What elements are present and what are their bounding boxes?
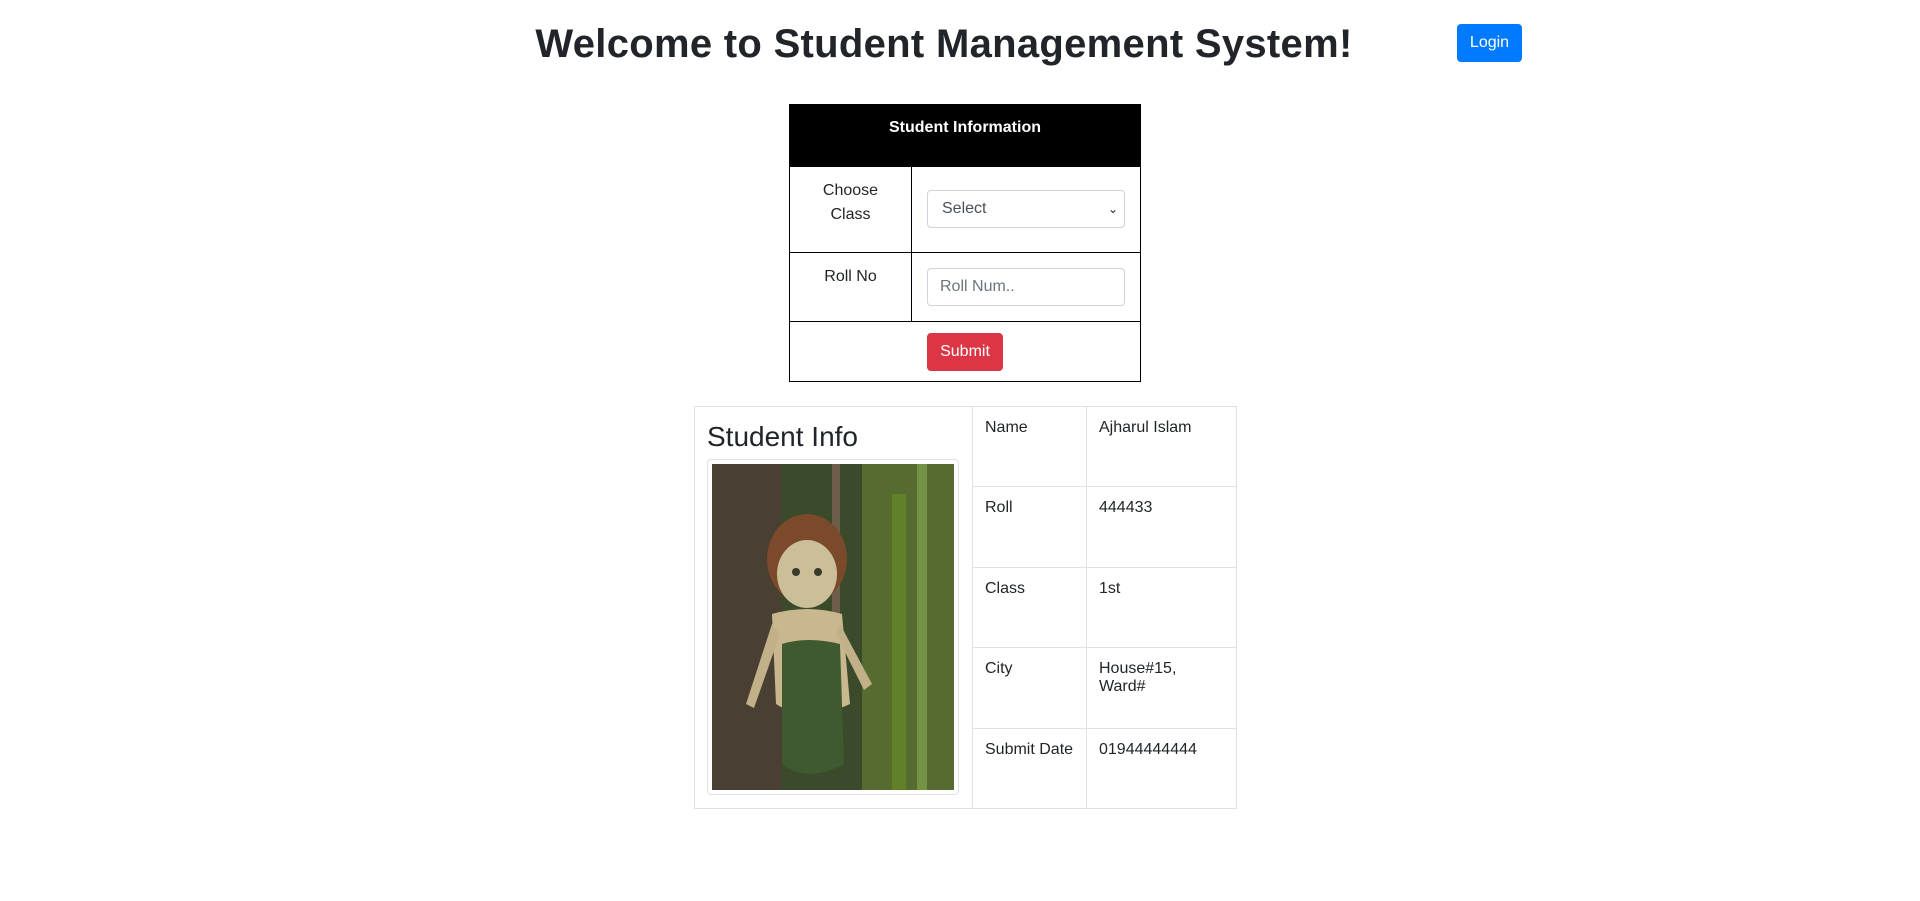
student-photo bbox=[707, 459, 959, 795]
chevron-down-icon: ⌄ bbox=[1107, 202, 1118, 216]
field-label-submit-date: Submit Date bbox=[972, 727, 1087, 809]
student-photo-image bbox=[712, 464, 954, 790]
student-photo-cell: Student Info bbox=[694, 406, 973, 809]
student-info-heading: Student Info bbox=[707, 421, 859, 452]
field-label-city: City bbox=[972, 647, 1087, 729]
student-info-card: Student Info Name Ajharul Islam Roll 444… bbox=[694, 405, 1237, 809]
form-heading: Student Information bbox=[789, 104, 1141, 167]
field-label-roll: Roll bbox=[972, 486, 1087, 568]
field-value-submit-date: 01944444444 bbox=[1086, 727, 1237, 809]
field-value-class: 1st bbox=[1086, 566, 1237, 649]
roll-input-cell bbox=[911, 252, 1141, 322]
page: Welcome to Student Management System! Lo… bbox=[0, 0, 1920, 901]
field-label-name: Name bbox=[972, 405, 1087, 488]
field-value-city: House#15, Ward# bbox=[1086, 647, 1237, 729]
field-value-name: Ajharul Islam bbox=[1086, 405, 1237, 488]
class-select-value: Select bbox=[942, 200, 987, 217]
login-button[interactable]: Login bbox=[1457, 24, 1522, 62]
roll-number-input[interactable] bbox=[927, 268, 1125, 306]
roll-no-label: Roll No bbox=[789, 252, 912, 322]
page-title: Welcome to Student Management System! bbox=[535, 22, 1353, 66]
class-select[interactable]: Select ⌄ bbox=[927, 190, 1125, 228]
field-value-roll: 444433 bbox=[1086, 486, 1237, 568]
choose-class-label: Choose Class bbox=[789, 166, 912, 253]
field-label-class: Class bbox=[972, 566, 1087, 649]
submit-cell: Submit bbox=[789, 321, 1141, 382]
submit-button[interactable]: Submit bbox=[927, 332, 1003, 371]
student-search-form: Student Information Choose Class Select … bbox=[789, 104, 1141, 382]
class-select-cell: Select ⌄ bbox=[911, 166, 1141, 253]
